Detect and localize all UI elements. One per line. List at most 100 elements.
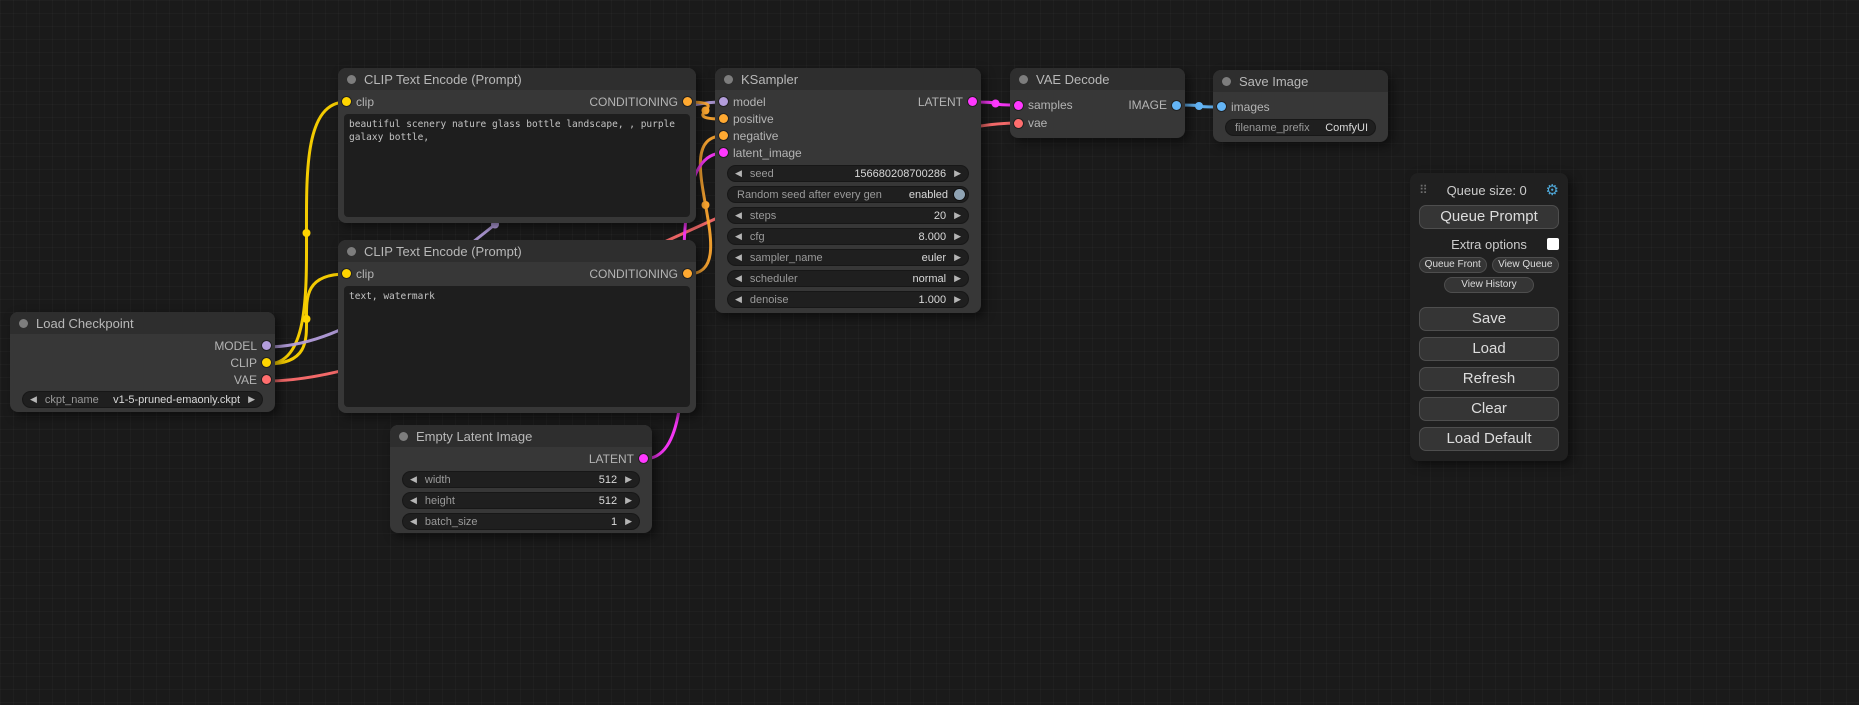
- input-slot-positive[interactable]: positive: [719, 112, 774, 126]
- input-slot-images[interactable]: images: [1217, 100, 1270, 114]
- width-widget[interactable]: ◀ width 512 ▶: [402, 471, 640, 488]
- node-title-bar[interactable]: CLIP Text Encode (Prompt): [338, 68, 696, 90]
- stepper-left-icon[interactable]: ◀: [30, 395, 37, 404]
- stepper-right-icon[interactable]: ▶: [248, 395, 255, 404]
- input-slot-model[interactable]: model: [719, 95, 766, 109]
- input-slot-latent-image[interactable]: latent_image: [719, 146, 802, 160]
- stepper-left-icon[interactable]: ◀: [735, 295, 742, 304]
- input-slot-clip[interactable]: clip: [342, 267, 374, 281]
- negative-prompt-text[interactable]: text, watermark: [344, 286, 690, 407]
- node-vae-decode[interactable]: VAE Decode samples IMAGE vae: [1010, 68, 1185, 138]
- input-slot-clip[interactable]: clip: [342, 95, 374, 109]
- output-slot-vae[interactable]: VAE: [234, 373, 271, 387]
- conditioning-slot-dot[interactable]: [683, 97, 692, 106]
- stepper-right-icon[interactable]: ▶: [954, 253, 961, 262]
- output-slot-image[interactable]: IMAGE: [1128, 98, 1181, 112]
- collapse-dot[interactable]: [347, 75, 356, 84]
- save-button[interactable]: Save: [1419, 307, 1559, 331]
- stepper-left-icon[interactable]: ◀: [735, 211, 742, 220]
- clip-slot-dot[interactable]: [262, 358, 271, 367]
- load-default-button[interactable]: Load Default: [1419, 427, 1559, 451]
- conditioning-slot-dot[interactable]: [683, 269, 692, 278]
- output-slot-clip[interactable]: CLIP: [230, 356, 271, 370]
- conditioning-slot-dot[interactable]: [719, 114, 728, 123]
- random-seed-widget[interactable]: Random seed after every gen enabled: [727, 186, 969, 203]
- vae-slot-dot[interactable]: [262, 375, 271, 384]
- conditioning-slot-dot[interactable]: [719, 131, 728, 140]
- node-title-bar[interactable]: CLIP Text Encode (Prompt): [338, 240, 696, 262]
- height-widget[interactable]: ◀ height 512 ▶: [402, 492, 640, 509]
- stepper-right-icon[interactable]: ▶: [954, 274, 961, 283]
- input-slot-negative[interactable]: negative: [719, 129, 778, 143]
- collapse-dot[interactable]: [724, 75, 733, 84]
- latent-slot-dot[interactable]: [1014, 101, 1023, 110]
- latent-slot-dot[interactable]: [968, 97, 977, 106]
- positive-prompt-text[interactable]: beautiful scenery nature glass bottle la…: [344, 114, 690, 217]
- node-title-bar[interactable]: Load Checkpoint: [10, 312, 275, 334]
- extra-options-checkbox[interactable]: [1547, 238, 1559, 250]
- steps-widget[interactable]: ◀ steps 20 ▶: [727, 207, 969, 224]
- queue-front-button[interactable]: Queue Front: [1419, 257, 1487, 273]
- node-empty-latent-image[interactable]: Empty Latent Image LATENT ◀ width 512 ▶ …: [390, 425, 652, 533]
- view-queue-button[interactable]: View Queue: [1492, 257, 1560, 273]
- input-slot-vae[interactable]: vae: [1014, 116, 1047, 130]
- settings-gear-icon[interactable]: ⚙: [1546, 181, 1559, 199]
- node-save-image[interactable]: Save Image images filename_prefix ComfyU…: [1213, 70, 1388, 142]
- cfg-widget[interactable]: ◀ cfg 8.000 ▶: [727, 228, 969, 245]
- collapse-dot[interactable]: [1019, 75, 1028, 84]
- node-title-bar[interactable]: Save Image: [1213, 70, 1388, 92]
- node-ksampler[interactable]: KSampler model LATENT positive negative: [715, 68, 981, 313]
- stepper-left-icon[interactable]: ◀: [735, 169, 742, 178]
- load-button[interactable]: Load: [1419, 337, 1559, 361]
- scheduler-widget[interactable]: ◀ scheduler normal ▶: [727, 270, 969, 287]
- stepper-right-icon[interactable]: ▶: [954, 211, 961, 220]
- node-clip-text-encode-positive[interactable]: CLIP Text Encode (Prompt) clip CONDITION…: [338, 68, 696, 223]
- denoise-widget[interactable]: ◀ denoise 1.000 ▶: [727, 291, 969, 308]
- random-seed-toggle[interactable]: [954, 189, 965, 200]
- stepper-right-icon[interactable]: ▶: [954, 232, 961, 241]
- output-slot-latent[interactable]: LATENT: [918, 95, 977, 109]
- view-history-button[interactable]: View History: [1444, 277, 1534, 293]
- stepper-right-icon[interactable]: ▶: [954, 295, 961, 304]
- clip-slot-dot[interactable]: [342, 269, 351, 278]
- node-clip-text-encode-negative[interactable]: CLIP Text Encode (Prompt) clip CONDITION…: [338, 240, 696, 413]
- output-slot-latent[interactable]: LATENT: [589, 452, 648, 466]
- collapse-dot[interactable]: [399, 432, 408, 441]
- node-load-checkpoint[interactable]: Load Checkpoint MODEL CLIP VAE ◀ ckpt_na…: [10, 312, 275, 412]
- clear-button[interactable]: Clear: [1419, 397, 1559, 421]
- output-slot-conditioning[interactable]: CONDITIONING: [589, 267, 692, 281]
- output-slot-model[interactable]: MODEL: [214, 339, 271, 353]
- stepper-right-icon[interactable]: ▶: [625, 475, 632, 484]
- node-title-bar[interactable]: VAE Decode: [1010, 68, 1185, 90]
- refresh-button[interactable]: Refresh: [1419, 367, 1559, 391]
- drag-handle-icon[interactable]: ⠿: [1419, 183, 1428, 197]
- collapse-dot[interactable]: [19, 319, 28, 328]
- stepper-right-icon[interactable]: ▶: [954, 169, 961, 178]
- image-slot-dot[interactable]: [1172, 101, 1181, 110]
- stepper-left-icon[interactable]: ◀: [410, 496, 417, 505]
- queue-prompt-button[interactable]: Queue Prompt: [1419, 205, 1559, 229]
- filename-prefix-widget[interactable]: filename_prefix ComfyUI: [1225, 119, 1376, 136]
- stepper-left-icon[interactable]: ◀: [410, 475, 417, 484]
- sampler-name-widget[interactable]: ◀ sampler_name euler ▶: [727, 249, 969, 266]
- model-slot-dot[interactable]: [719, 97, 728, 106]
- vae-slot-dot[interactable]: [1014, 119, 1023, 128]
- node-title-bar[interactable]: KSampler: [715, 68, 981, 90]
- node-title-bar[interactable]: Empty Latent Image: [390, 425, 652, 447]
- latent-slot-dot[interactable]: [639, 454, 648, 463]
- image-slot-dot[interactable]: [1217, 102, 1226, 111]
- stepper-left-icon[interactable]: ◀: [735, 232, 742, 241]
- stepper-left-icon[interactable]: ◀: [735, 274, 742, 283]
- latent-slot-dot[interactable]: [719, 148, 728, 157]
- input-slot-samples[interactable]: samples: [1014, 98, 1073, 112]
- seed-widget[interactable]: ◀ seed 156680208700286 ▶: [727, 165, 969, 182]
- output-slot-conditioning[interactable]: CONDITIONING: [589, 95, 692, 109]
- stepper-left-icon[interactable]: ◀: [735, 253, 742, 262]
- ckpt-name-widget[interactable]: ◀ ckpt_name v1-5-pruned-emaonly.ckpt ▶: [22, 391, 263, 408]
- clip-slot-dot[interactable]: [342, 97, 351, 106]
- stepper-right-icon[interactable]: ▶: [625, 496, 632, 505]
- batch-size-widget[interactable]: ◀ batch_size 1 ▶: [402, 513, 640, 530]
- model-slot-dot[interactable]: [262, 341, 271, 350]
- stepper-right-icon[interactable]: ▶: [625, 517, 632, 526]
- collapse-dot[interactable]: [347, 247, 356, 256]
